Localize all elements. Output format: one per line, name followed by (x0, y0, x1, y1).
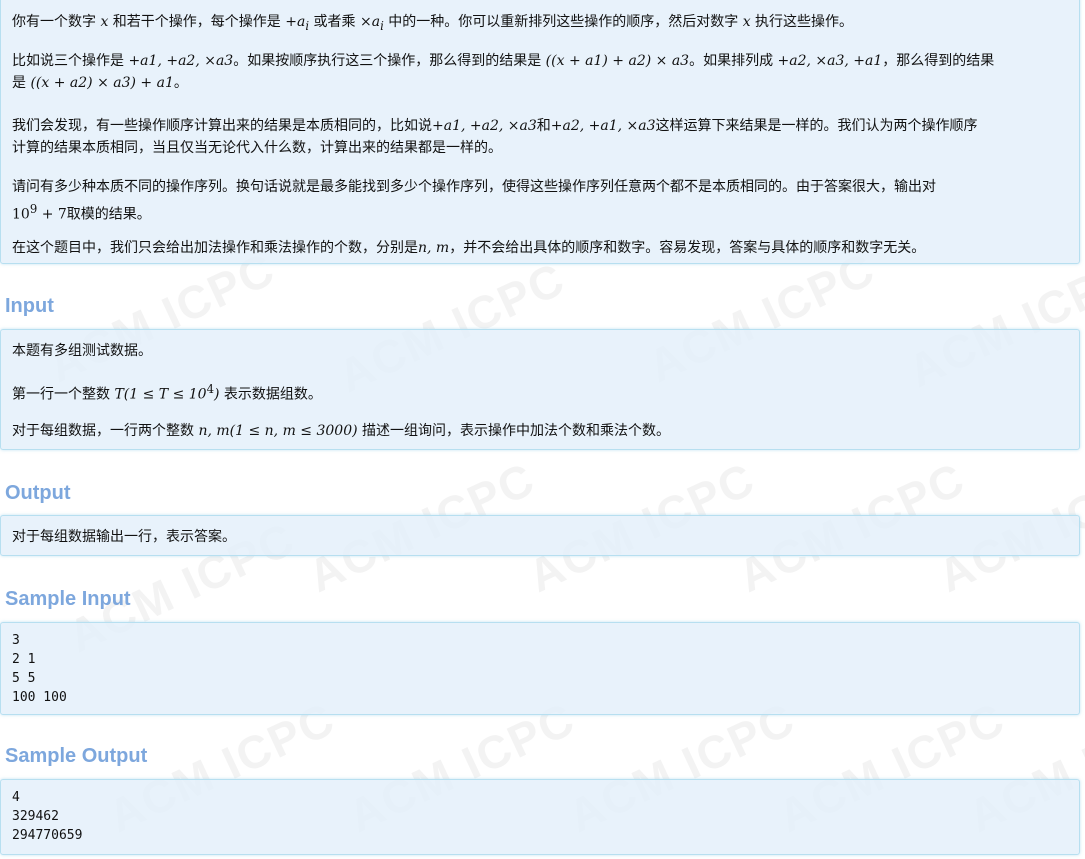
sample-output-heading: Sample Output (5, 745, 148, 767)
description-paragraph-2: 比如说三个操作是 +a1, +a2, ×a3。如果按顺序执行这三个操作，那么得到… (12, 53, 995, 69)
input-paragraph-1: 本题有多组测试数据。 (12, 343, 152, 359)
sample-output-line: 4 (12, 790, 20, 805)
output-heading: Output (5, 482, 71, 504)
sample-input-line: 5 5 (12, 671, 36, 686)
description-paragraph-3-line-2: 计算的结果本质相同，当且仅当无论代入什么数，计算出来的结果都是一样的。 (12, 140, 502, 156)
sample-input-line: 2 1 (12, 652, 36, 667)
sample-input-line: 100 100 (12, 690, 67, 705)
sample-output-panel: 4 329462 294770659 (0, 779, 1080, 855)
description-paragraph-3: 我们会发现，有一些操作顺序计算出来的结果是本质相同的，比如说+a1, +a2, … (12, 118, 978, 134)
description-panel: 你有一个数字 x 和若干个操作，每个操作是 +ai 或者乘 ×ai 中的一种。你… (0, 0, 1080, 264)
sample-input-code: 3 2 1 5 5 100 100 (12, 631, 67, 707)
input-paragraph-2: 第一行一个整数 T(1 ≤ T ≤ 104) 表示数据组数。 (12, 382, 322, 403)
sample-input-panel: 3 2 1 5 5 100 100 (0, 622, 1080, 715)
sample-output-line: 329462 (12, 809, 59, 824)
description-paragraph-5: 在这个题目中，我们只会给出加法操作和乘法操作的个数，分别是n, m，并不会给出具… (12, 240, 926, 256)
sample-input-line: 3 (12, 633, 20, 648)
output-panel: 对于每组数据输出一行，表示答案。 (0, 515, 1080, 556)
sample-output-line: 294770659 (12, 828, 83, 843)
input-panel: 本题有多组测试数据。 第一行一个整数 T(1 ≤ T ≤ 104) 表示数据组数… (0, 329, 1080, 450)
description-paragraph-4-line-2: 109 + 7取模的结果。 (12, 202, 151, 223)
description-paragraph-2-line-2: 是 ((x + a2) × a3) + a1。 (12, 75, 188, 91)
input-paragraph-3: 对于每组数据，一行两个整数 n, m(1 ≤ n, m ≤ 3000) 描述一组… (12, 423, 671, 439)
sample-output-code: 4 329462 294770659 (12, 788, 82, 845)
description-paragraph-4: 请问有多少种本质不同的操作序列。换句话说就是最多能找到多少个操作序列，使得这些操… (12, 179, 936, 195)
output-paragraph-1: 对于每组数据输出一行，表示答案。 (12, 529, 236, 545)
description-paragraph-1: 你有一个数字 x 和若干个操作，每个操作是 +ai 或者乘 ×ai 中的一种。你… (12, 14, 854, 33)
input-heading: Input (5, 295, 54, 317)
sample-input-heading: Sample Input (5, 588, 131, 610)
